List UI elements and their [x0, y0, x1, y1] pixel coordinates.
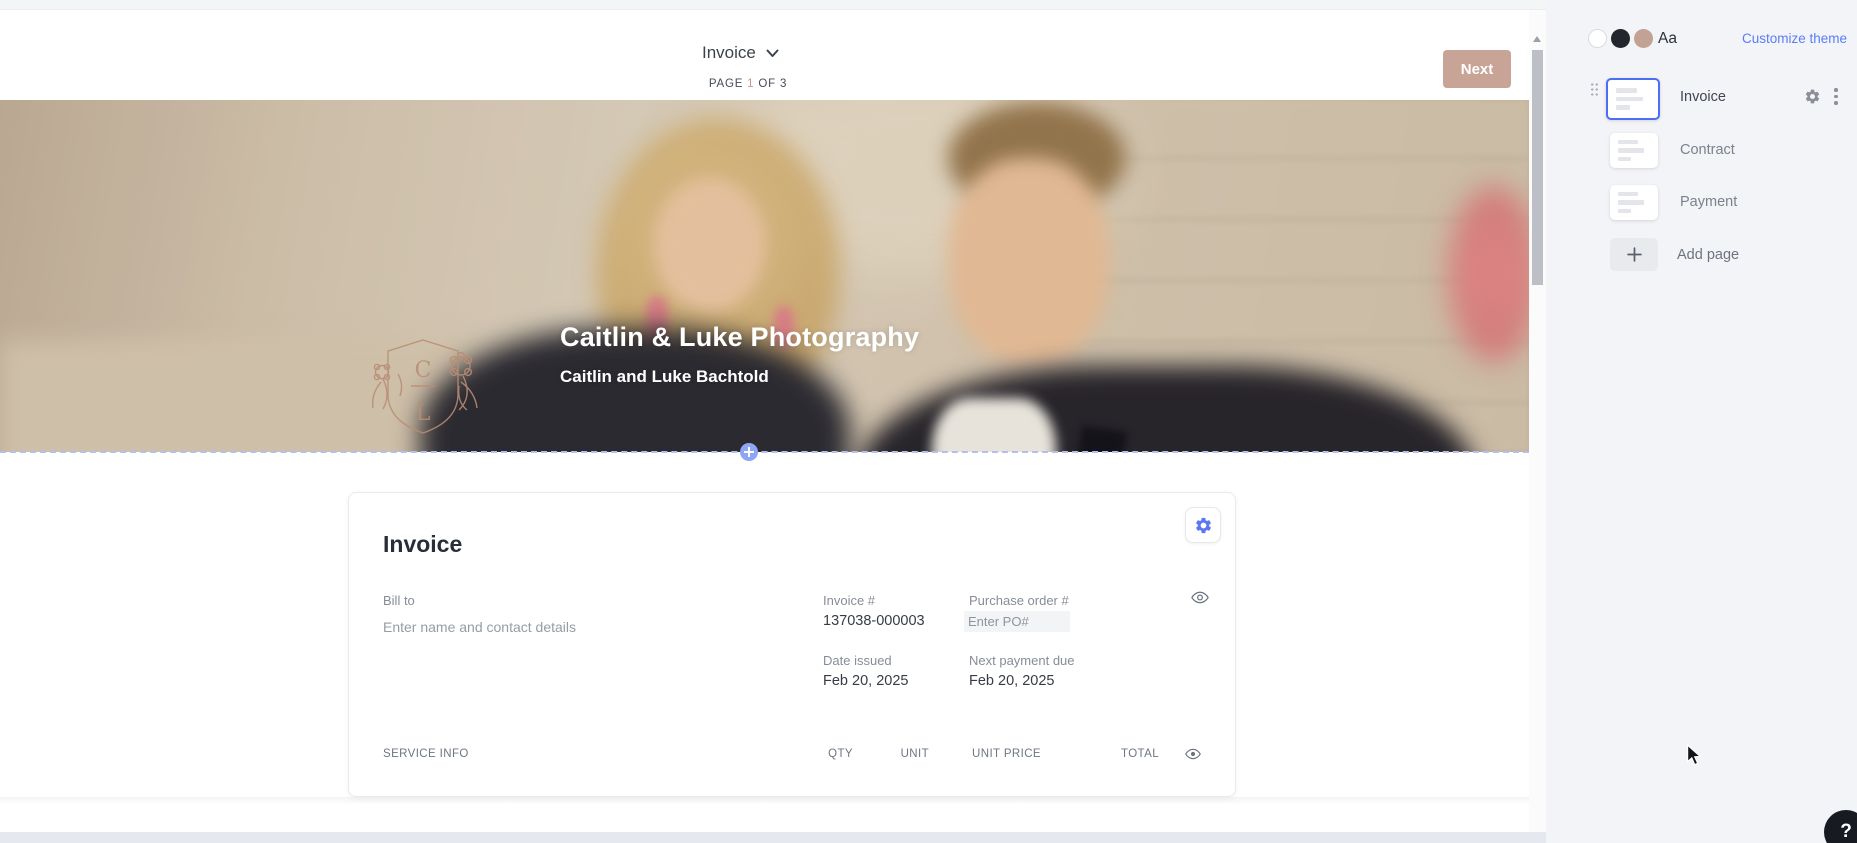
page-row-invoice[interactable]: Invoice — [1546, 76, 1857, 122]
page-indicator-prefix: PAGE — [708, 78, 744, 90]
date-issued-label: Date issued — [823, 653, 892, 668]
invoice-card[interactable]: Invoice Bill to Invoice # 137038-000003 … — [348, 492, 1236, 797]
column-service-info: SERVICE INFO — [383, 748, 469, 760]
thumbnail-line — [1618, 200, 1644, 205]
service-table-header: SERVICE INFO QTY UNIT UNIT PRICE TOTAL — [383, 748, 1201, 760]
bill-to-input[interactable] — [383, 619, 713, 635]
column-total: TOTAL — [1121, 748, 1159, 760]
plus-icon — [744, 447, 754, 457]
bill-to-label: Bill to — [383, 593, 415, 608]
page-label-contract[interactable]: Contract — [1680, 142, 1735, 158]
thumbnail-line — [1618, 208, 1632, 214]
theme-controls: Aa Customize theme — [1546, 28, 1857, 50]
page-thumbnail-contract[interactable] — [1610, 133, 1658, 168]
plus-icon — [1626, 247, 1642, 262]
main-scrollbar[interactable] — [1529, 10, 1546, 832]
purchase-order-input[interactable] — [964, 611, 1070, 632]
page-settings-button[interactable] — [1804, 88, 1821, 105]
page-row-contract[interactable]: Contract — [1546, 132, 1857, 170]
chevron-down-icon — [766, 49, 779, 58]
next-payment-due-label: Next payment due — [969, 653, 1075, 668]
gear-icon — [1805, 89, 1820, 104]
logo-initial-top: C — [415, 358, 432, 383]
next-payment-due-value[interactable]: Feb 20, 2025 — [969, 673, 1054, 689]
scrollbar-thumb[interactable] — [1532, 50, 1543, 285]
hero-banner[interactable]: C L Caitlin & Luke Photography Caitlin a… — [0, 100, 1529, 452]
date-issued-value[interactable]: Feb 20, 2025 — [823, 673, 908, 689]
customize-theme-link[interactable]: Customize theme — [1742, 31, 1847, 46]
page-thumbnail-payment[interactable] — [1610, 185, 1658, 220]
next-button[interactable]: Next — [1443, 50, 1511, 88]
thumbnail-line — [1618, 156, 1632, 162]
hero-text-block: Caitlin & Luke Photography Caitlin and L… — [560, 322, 919, 387]
theme-color-dark-swatch[interactable] — [1611, 29, 1630, 48]
table-visibility-toggle[interactable] — [1185, 748, 1201, 760]
page-dropdown-label: Invoice — [702, 43, 756, 62]
page-dropdown[interactable]: Invoice — [702, 43, 779, 63]
thumbnail-line — [1616, 105, 1631, 110]
drag-handle-icon[interactable] — [1590, 82, 1599, 96]
theme-color-light-swatch[interactable] — [1588, 29, 1607, 48]
eye-icon — [1191, 591, 1209, 604]
invoice-number-value: 137038-000003 — [823, 613, 925, 629]
page-label-invoice[interactable]: Invoice — [1680, 89, 1726, 105]
column-unit-price: UNIT PRICE — [972, 748, 1041, 760]
thumbnail-line — [1618, 148, 1644, 153]
scrollbar-up-arrow-icon[interactable] — [1533, 36, 1541, 42]
column-unit: UNIT — [900, 748, 929, 760]
thumbnail-line — [1618, 139, 1638, 145]
theme-color-tan-swatch[interactable] — [1634, 29, 1653, 48]
add-page-row[interactable]: Add page — [1546, 238, 1857, 272]
app-root: Invoice PAGE 1 OF 3 Next C L Caitlin & L… — [0, 0, 1857, 843]
page-more-menu-icon[interactable] — [1834, 88, 1838, 105]
hero-overlay — [0, 100, 1529, 452]
card-bottom-shadow — [0, 797, 1529, 805]
thumbnail-line — [1616, 88, 1638, 93]
add-page-button[interactable] — [1610, 238, 1658, 271]
company-name[interactable]: Caitlin & Luke Photography — [560, 322, 919, 353]
page-indicator-current: 1 — [747, 78, 755, 90]
gear-icon — [1195, 517, 1211, 533]
client-names[interactable]: Caitlin and Luke Bachtold — [560, 367, 919, 387]
add-section-button[interactable] — [740, 443, 758, 461]
company-crest-logo: C L — [371, 339, 478, 434]
editor-main: Invoice PAGE 1 OF 3 Next C L Caitlin & L… — [0, 0, 1546, 843]
invoice-settings-button[interactable] — [1185, 507, 1221, 543]
purchase-order-label: Purchase order # — [969, 593, 1069, 608]
section-divider — [0, 451, 1529, 453]
thumbnail-line — [1616, 96, 1644, 102]
add-page-label[interactable]: Add page — [1677, 247, 1739, 263]
page-row-payment[interactable]: Payment — [1546, 184, 1857, 222]
editor-header: Invoice PAGE 1 OF 3 Next — [0, 10, 1546, 100]
page-indicator-rest: OF 3 — [758, 78, 788, 90]
invoice-details-visibility-toggle[interactable] — [1191, 591, 1209, 609]
bottom-strip — [0, 832, 1546, 843]
column-qty: QTY — [828, 748, 853, 760]
invoice-title[interactable]: Invoice — [383, 531, 462, 558]
thumbnail-line — [1618, 191, 1638, 197]
top-strip — [0, 0, 1546, 10]
page-thumbnail-invoice[interactable] — [1606, 78, 1660, 120]
invoice-number-label: Invoice # — [823, 593, 876, 608]
pages-panel: Aa Customize theme Invoice Contract Paym… — [1546, 0, 1857, 843]
page-label-payment[interactable]: Payment — [1680, 194, 1737, 210]
page-indicator: PAGE 1 OF 3 — [0, 78, 1496, 90]
logo-initial-bottom: L — [416, 401, 431, 426]
eye-icon — [1185, 748, 1201, 760]
theme-font-sample[interactable]: Aa — [1658, 30, 1677, 48]
